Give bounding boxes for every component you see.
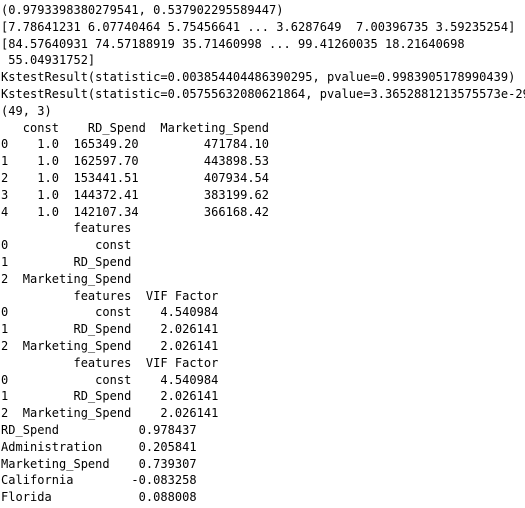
- output-line: [7.78641231 6.07740464 5.75456641 ... 3.…: [1, 19, 516, 34]
- console-output: (0.9793398380279541, 0.537902295589447) […: [0, 0, 525, 506]
- output-line: Administration 0.205841: [1, 439, 197, 454]
- output-line: 55.04931752]: [1, 53, 96, 68]
- output-line: KstestResult(statistic=0.003854404486390…: [1, 70, 516, 85]
- output-line: 0 const 4.540984: [1, 305, 219, 320]
- output-line: Florida 0.088008: [1, 490, 197, 505]
- output-line: 1 RD_Spend 2.026141: [1, 322, 219, 337]
- output-line: 3 1.0 144372.41 383199.62: [1, 187, 270, 202]
- output-line: const RD_Spend Marketing_Spend: [1, 120, 270, 135]
- output-line: 0 1.0 165349.20 471784.10: [1, 137, 270, 152]
- output-line: KstestResult(statistic=0.057556320806218…: [1, 86, 525, 101]
- output-line: features: [1, 221, 132, 236]
- output-line: Marketing_Spend 0.739307: [1, 456, 197, 471]
- output-line: features VIF Factor: [1, 288, 219, 303]
- output-line: RD_Spend 0.978437: [1, 422, 197, 437]
- output-line: 1 1.0 162597.70 443898.53: [1, 154, 270, 169]
- output-line: 2 Marketing_Spend 2.026141: [1, 338, 219, 353]
- output-line: 1 RD_Spend 2.026141: [1, 389, 219, 404]
- output-line: 0 const 4.540984: [1, 372, 219, 387]
- output-line: (0.9793398380279541, 0.537902295589447): [1, 3, 284, 17]
- output-line: 1 RD_Spend: [1, 254, 132, 269]
- output-line: (49, 3): [1, 103, 52, 118]
- output-line: features VIF Factor: [1, 355, 219, 370]
- output-line: 0 const: [1, 238, 132, 253]
- output-line: 2 Marketing_Spend 2.026141: [1, 406, 219, 421]
- output-line: 2 1.0 153441.51 407934.54: [1, 170, 270, 185]
- output-line: 2 Marketing_Spend: [1, 271, 132, 286]
- output-line: [84.57640931 74.57188919 35.71460998 ...…: [1, 36, 465, 51]
- output-line: California -0.083258: [1, 473, 197, 488]
- output-line: 4 1.0 142107.34 366168.42: [1, 204, 270, 219]
